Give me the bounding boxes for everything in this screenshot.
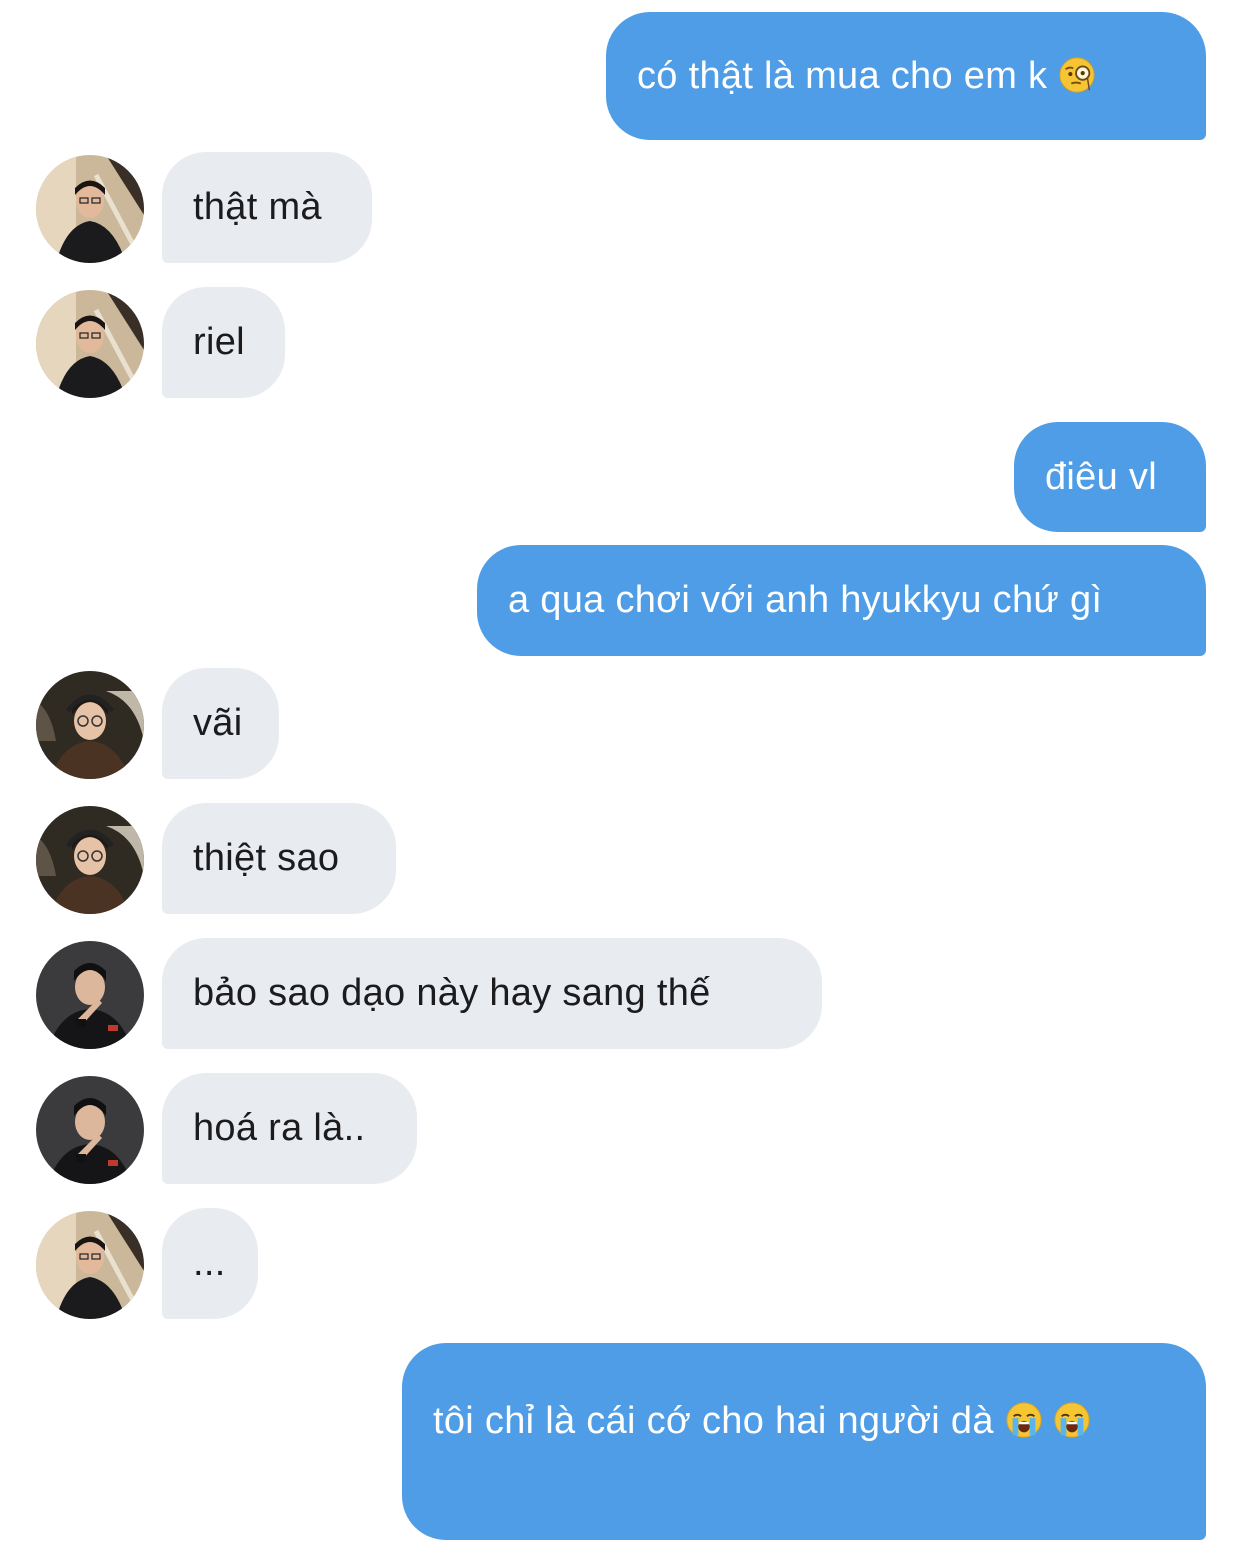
incoming-message-bubble[interactable]: thật mà [162,152,372,263]
message-text: có thật là mua cho em k [637,55,1048,97]
message-text: thiệt sao [193,837,340,879]
message-text: a qua chơi với anh hyukkyu chứ gì [508,579,1103,621]
loudly-crying-face-emoji [1005,1401,1043,1439]
message-text: hoá ra là.. [193,1107,366,1149]
contact-avatar[interactable] [36,155,144,263]
outgoing-message-bubble[interactable]: có thật là mua cho em k [606,12,1206,140]
contact-avatar[interactable] [36,1076,144,1184]
outgoing-message-bubble[interactable]: tôi chỉ là cái cớ cho hai người dà [402,1343,1206,1540]
message-text: riel [193,321,245,363]
message-text: điêu vl [1045,456,1157,498]
message-text: ... [193,1242,226,1284]
incoming-message-bubble[interactable]: bảo sao dạo này hay sang thế [162,938,822,1049]
outgoing-message-bubble[interactable]: điêu vl [1014,422,1206,532]
contact-avatar[interactable] [36,290,144,398]
message-text: vãi [193,702,243,744]
message-text: thật mà [193,186,322,228]
loudly-crying-face-emoji [1053,1401,1091,1439]
incoming-message-bubble[interactable]: vãi [162,668,279,779]
message-text: tôi chỉ là cái cớ cho hai người dà [433,1400,994,1442]
incoming-message-bubble[interactable]: hoá ra là.. [162,1073,417,1184]
incoming-message-bubble[interactable]: ... [162,1208,258,1319]
outgoing-message-bubble[interactable]: a qua chơi với anh hyukkyu chứ gì [477,545,1206,656]
monocle-face-emoji [1058,56,1096,94]
incoming-message-bubble[interactable]: riel [162,287,285,398]
message-text: bảo sao dạo này hay sang thế [193,972,711,1014]
contact-avatar[interactable] [36,671,144,779]
contact-avatar[interactable] [36,806,144,914]
contact-avatar[interactable] [36,941,144,1049]
incoming-message-bubble[interactable]: thiệt sao [162,803,396,914]
contact-avatar[interactable] [36,1211,144,1319]
